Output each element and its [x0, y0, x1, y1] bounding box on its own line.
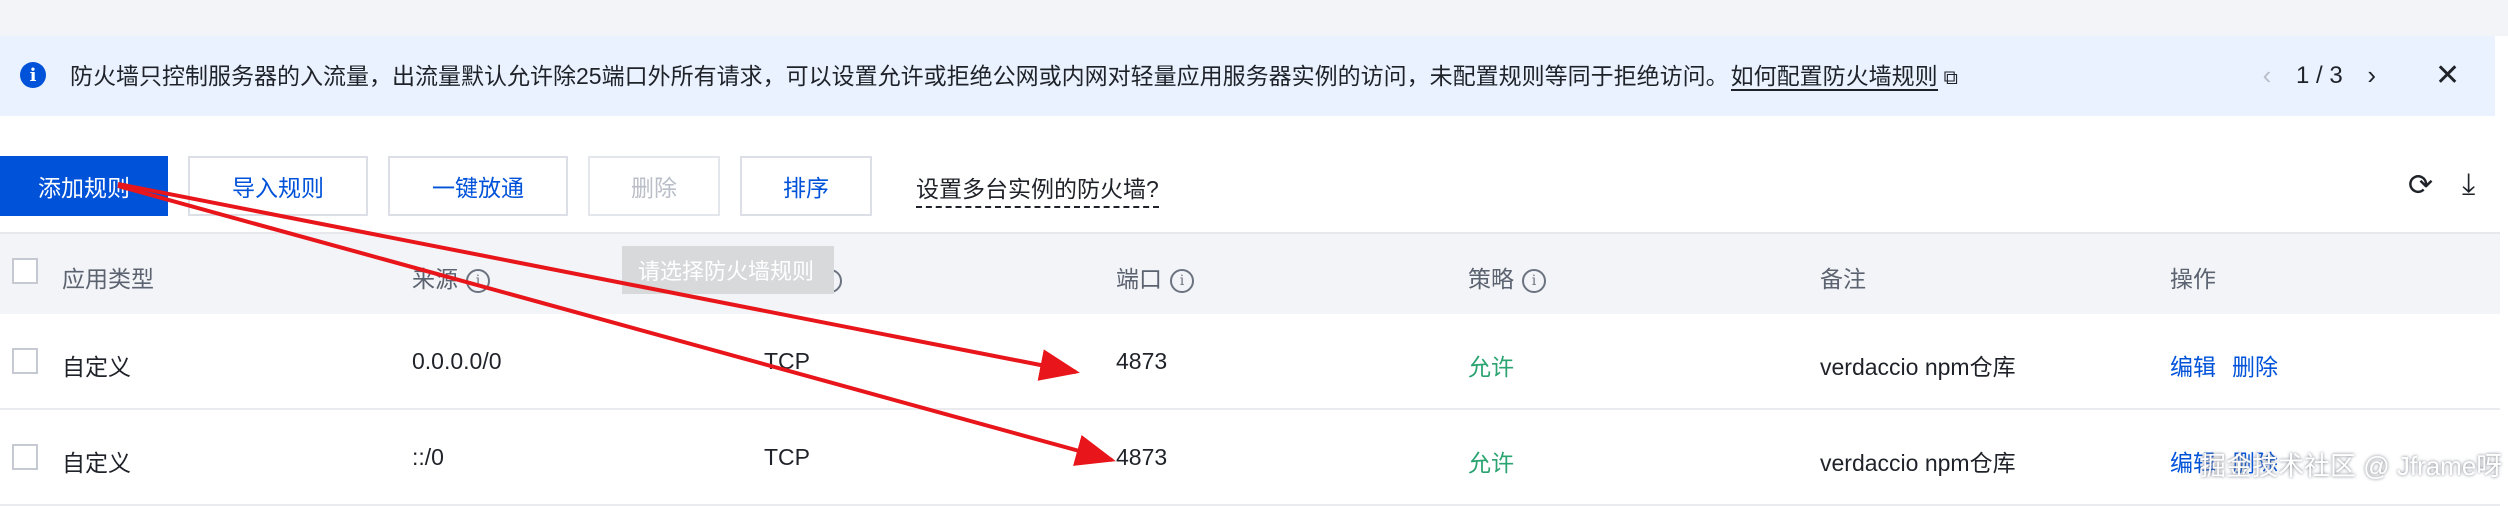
watermark: 掘金技术社区 @ Jframe呀 [2200, 451, 2503, 481]
annotation-arrow-1 [117, 182, 1080, 381]
annotation-arrow-2 [117, 184, 1116, 466]
annotation-arrows [117, 182, 1116, 466]
